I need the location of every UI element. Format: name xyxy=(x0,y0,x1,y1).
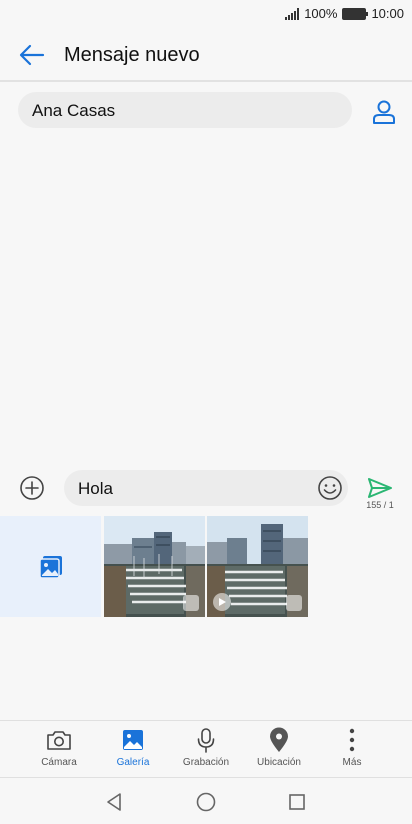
tab-label: Grabación xyxy=(182,757,230,768)
tab-label: Más xyxy=(342,757,362,768)
tab-label: Cámara xyxy=(41,757,77,768)
status-indicators: 100% 10:00 xyxy=(285,6,404,21)
select-checkbox[interactable] xyxy=(286,595,302,611)
nav-home-button[interactable] xyxy=(192,788,220,816)
plus-circle-icon xyxy=(20,476,44,500)
character-counter: 155 / 1 xyxy=(366,500,394,510)
tab-recording[interactable]: Grabación xyxy=(170,727,242,775)
back-button[interactable] xyxy=(14,40,50,70)
smiley-icon xyxy=(318,476,342,500)
app-header: Mensaje nuevo xyxy=(0,28,412,82)
battery-icon xyxy=(342,7,369,20)
attachment-tab-bar: Cámara Galería Grabación Ubicación Más xyxy=(0,720,412,778)
tab-gallery[interactable]: Galería xyxy=(97,727,169,775)
tab-more[interactable]: Más xyxy=(316,727,388,775)
attach-button[interactable] xyxy=(16,472,48,504)
nav-recents-button[interactable] xyxy=(283,788,311,816)
triangle-back-icon xyxy=(107,793,121,811)
message-input[interactable]: Hola xyxy=(64,470,348,506)
tab-label: Ubicación xyxy=(257,757,301,768)
emoji-button[interactable] xyxy=(316,474,344,502)
gallery-thumbnail[interactable] xyxy=(207,516,308,617)
camera-icon xyxy=(46,727,72,753)
recipient-field[interactable]: Ana Casas xyxy=(18,92,352,128)
battery-percent: 100% xyxy=(304,6,338,21)
clock: 10:00 xyxy=(371,6,404,21)
gallery-icon xyxy=(120,727,146,753)
send-button[interactable] xyxy=(364,474,396,502)
open-gallery-button[interactable] xyxy=(0,516,101,617)
gallery-thumbnail[interactable] xyxy=(104,516,205,617)
person-icon xyxy=(373,100,395,124)
square-recents-icon xyxy=(289,794,305,810)
gallery-strip xyxy=(0,516,412,617)
page-title: Mensaje nuevo xyxy=(64,44,200,66)
signal-icon xyxy=(285,7,300,20)
status-bar: 100% 10:00 xyxy=(0,0,412,28)
tab-camera[interactable]: Cámara xyxy=(23,727,95,775)
nav-back-button[interactable] xyxy=(100,788,128,816)
arrow-left-icon xyxy=(19,44,45,66)
select-checkbox[interactable] xyxy=(183,595,199,611)
message-text: Hola xyxy=(78,479,113,498)
more-icon xyxy=(339,727,365,753)
system-nav-bar xyxy=(0,778,412,824)
circle-home-icon xyxy=(196,792,216,812)
gallery-icon xyxy=(38,555,62,579)
tab-location[interactable]: Ubicación xyxy=(243,727,315,775)
microphone-icon xyxy=(193,727,219,753)
tab-label: Galería xyxy=(116,757,150,768)
send-icon xyxy=(368,478,392,498)
location-icon xyxy=(266,727,292,753)
recipient-chip: Ana Casas xyxy=(32,101,116,120)
add-contact-button[interactable] xyxy=(368,96,400,128)
play-icon xyxy=(213,593,231,611)
